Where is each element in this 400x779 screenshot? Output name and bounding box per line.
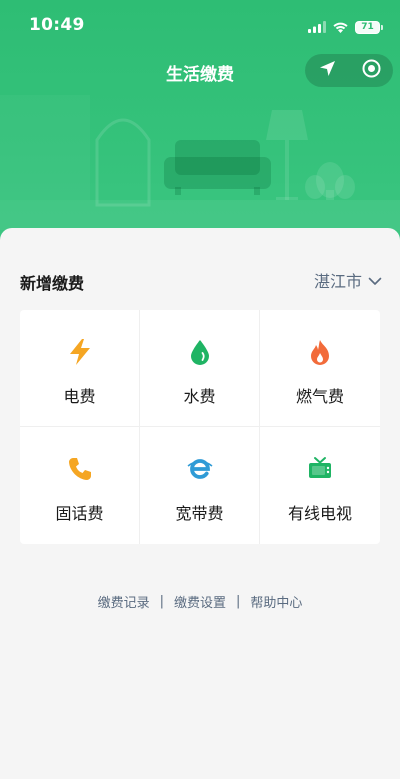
service-electricity[interactable]: 电费 [20, 310, 140, 427]
service-label: 水费 [183, 387, 216, 406]
status-icons: 71 [308, 18, 383, 37]
lightning-icon [66, 338, 94, 366]
link-separator: | [236, 594, 241, 609]
city-name: 湛江市 [313, 272, 362, 291]
broadband-e-icon [186, 455, 214, 483]
service-grid: 电费 水费 燃气费 固话费 宽带费 有线电视 [20, 310, 380, 544]
target-button[interactable] [351, 54, 391, 87]
link-help-center[interactable]: 帮助中心 [250, 592, 302, 611]
water-drop-icon [186, 338, 214, 366]
phone-icon [66, 455, 94, 483]
battery-icon: 71 [355, 21, 383, 34]
target-icon [362, 59, 381, 82]
service-cable-tv[interactable]: 有线电视 [260, 427, 380, 544]
service-gas[interactable]: 燃气费 [260, 310, 380, 427]
wifi-icon [332, 18, 349, 37]
status-time: 10:49 [29, 15, 85, 35]
chevron-down-icon [368, 271, 382, 290]
link-separator: | [159, 594, 164, 609]
living-room-illustration [0, 110, 400, 230]
link-payment-records[interactable]: 缴费记录 [98, 592, 150, 611]
signal-icon [308, 18, 326, 37]
header-banner: 10:49 71 生活缴费 [0, 0, 400, 250]
location-arrow-icon [319, 60, 336, 81]
tv-icon [306, 455, 334, 483]
content-panel: 新增缴费 湛江市 电费 水费 燃气费 固话费 宽带费 有线电视 缴费记录 | 缴… [0, 228, 400, 779]
location-button[interactable] [307, 54, 347, 87]
service-label: 宽带费 [175, 504, 224, 523]
service-broadband[interactable]: 宽带费 [140, 427, 260, 544]
footer-links: 缴费记录 | 缴费设置 | 帮助中心 [0, 592, 400, 611]
battery-level: 71 [361, 22, 374, 32]
status-bar: 10:49 71 [0, 0, 400, 50]
link-payment-settings[interactable]: 缴费设置 [174, 592, 226, 611]
service-label: 燃气费 [295, 387, 344, 406]
flame-icon [306, 338, 334, 366]
section-title: 新增缴费 [20, 274, 85, 293]
service-landline[interactable]: 固话费 [20, 427, 140, 544]
service-label: 固话费 [55, 504, 104, 523]
city-selector[interactable]: 湛江市 [314, 268, 382, 292]
service-label: 电费 [63, 387, 96, 406]
mini-program-capsule [305, 54, 393, 87]
section-header: 新增缴费 湛江市 [20, 268, 382, 294]
service-label: 有线电视 [287, 504, 352, 523]
service-water[interactable]: 水费 [140, 310, 260, 427]
